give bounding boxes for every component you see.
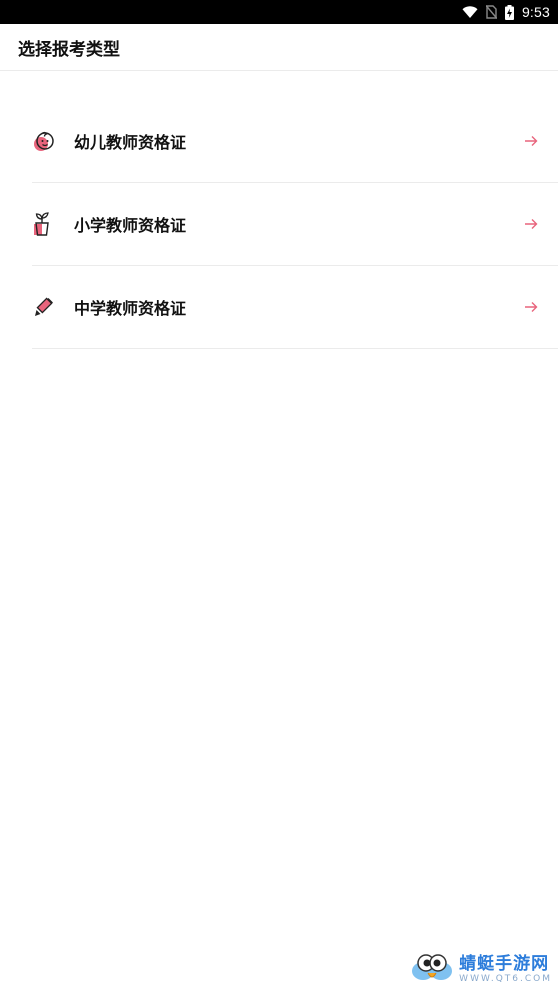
exam-type-item-primary[interactable]: 小学教师资格证 (32, 183, 558, 266)
status-bar: 9:53 (0, 0, 558, 24)
watermark-subtitle: WWW.QT6.COM (459, 974, 552, 984)
arrow-right-icon (524, 134, 538, 148)
dragonfly-logo-icon (409, 951, 455, 989)
watermark: 蜻蜓手游网 WWW.QT6.COM (409, 951, 552, 989)
app-header: 选择报考类型 (0, 24, 558, 71)
arrow-right-icon (524, 217, 538, 231)
sprout-icon (32, 212, 56, 236)
exam-type-item-secondary[interactable]: 中学教师资格证 (32, 266, 558, 349)
exam-type-label: 幼儿教师资格证 (74, 133, 187, 152)
exam-type-label: 小学教师资格证 (74, 216, 187, 235)
exam-type-label: 中学教师资格证 (74, 299, 187, 318)
no-sim-icon (485, 5, 497, 19)
arrow-right-icon (524, 300, 538, 314)
status-time: 9:53 (521, 4, 550, 20)
exam-type-item-kindergarten[interactable]: 幼儿教师资格证 (32, 100, 558, 183)
screen: 9:53 选择报考类型 幼儿教师资格证 小学教师资格证 中学教师资格证 蜻蜓手游… (0, 0, 558, 993)
wifi-icon (462, 5, 478, 19)
exam-type-list: 幼儿教师资格证 小学教师资格证 中学教师资格证 (0, 100, 558, 349)
battery-charging-icon (504, 4, 514, 20)
watermark-title: 蜻蜓手游网 (459, 954, 550, 974)
pen-icon (32, 295, 56, 319)
page-title: 选择报考类型 (18, 39, 120, 60)
baby-face-icon (32, 129, 56, 153)
